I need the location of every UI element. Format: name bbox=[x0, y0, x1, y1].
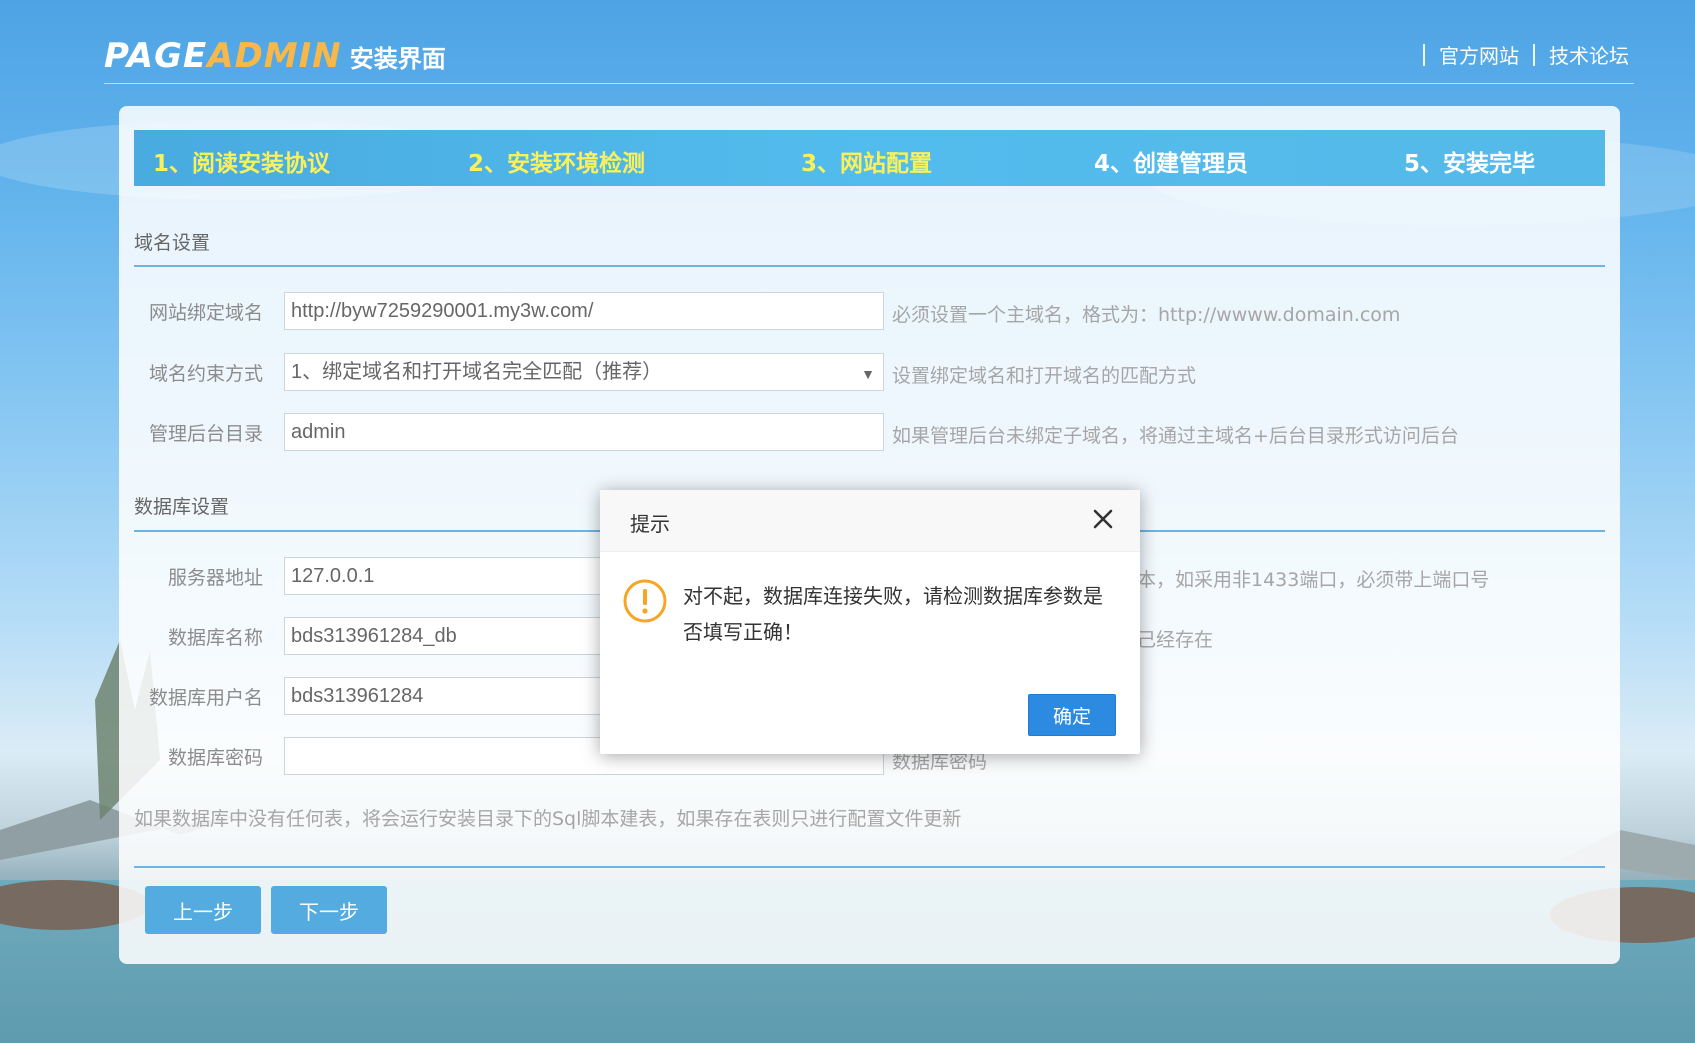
dialog-message: 对不起，数据库连接失败，请检测数据库参数是否填写正确！ bbox=[683, 584, 1103, 644]
dialog-title: 提示 bbox=[630, 512, 670, 536]
close-icon[interactable] bbox=[1088, 504, 1118, 534]
warning-icon bbox=[623, 579, 667, 623]
ok-button[interactable]: 确定 bbox=[1028, 694, 1116, 736]
error-dialog: 提示 对不起，数据库连接失败，请检测数据库参数是否填写正确！ 确定 bbox=[600, 490, 1140, 754]
dialog-header: 提示 bbox=[600, 490, 1140, 552]
